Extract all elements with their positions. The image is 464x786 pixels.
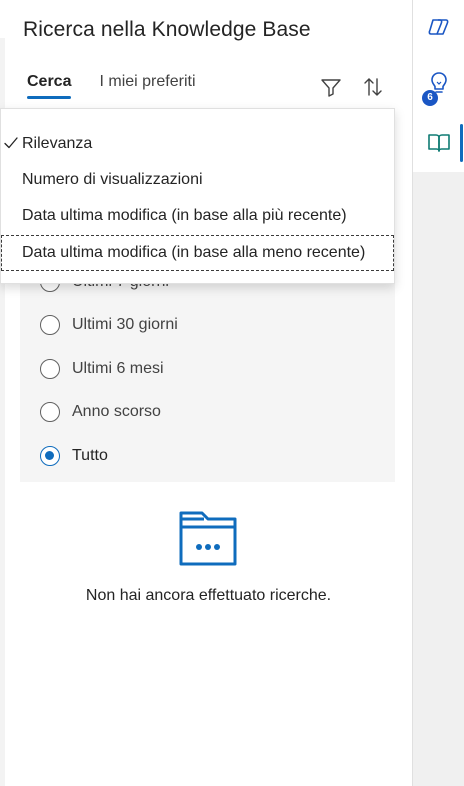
sort-option-label: Data ultima modifica (in base alla più r… [22,207,347,224]
radio-button[interactable] [40,315,60,335]
checkmark-icon [4,137,18,149]
sort-option-views[interactable]: Numero di visualizzazioni [1,162,394,198]
radio-option-all[interactable]: Tutto [40,444,108,468]
filter-icon [321,79,341,97]
filter-button[interactable] [319,75,343,99]
radio-button[interactable] [40,402,60,422]
sort-option-label: Numero di visualizzazioni [22,171,203,188]
sort-dropdown-menu: Rilevanza Numero di visualizzazioni Data… [0,108,395,284]
sort-icon [364,78,382,96]
radio-option-last-6-months[interactable]: Ultimi 6 mesi [40,357,164,381]
radio-button[interactable] [40,359,60,379]
sort-option-label: Rilevanza [22,135,93,152]
rail-copilot-button[interactable] [426,14,452,40]
sort-option-oldest[interactable]: Data ultima modifica (in base alla meno … [1,235,394,271]
radio-label: Anno scorso [72,403,161,420]
copilot-icon [428,19,449,35]
radio-label: Tutto [72,447,108,464]
radio-label: Ultimi 6 mesi [72,360,164,377]
sort-option-relevance[interactable]: Rilevanza [1,126,394,162]
sort-option-label: Data ultima modifica (in base alla meno … [22,244,366,261]
panel-title: Ricerca nella Knowledge Base [23,18,311,41]
folder-icon [179,511,237,566]
radio-option-last-year[interactable]: Anno scorso [40,400,161,424]
tab-favorites[interactable]: I miei preferiti [99,72,195,100]
rail-knowledge-button[interactable] [426,130,452,156]
radio-option-last-30-days[interactable]: Ultimi 30 giorni [40,313,178,337]
right-rail: 6 [413,0,464,786]
tab-search[interactable]: Cerca [27,72,72,100]
sort-option-newest[interactable]: Data ultima modifica (in base alla più r… [1,198,394,234]
radio-button-selected[interactable] [40,446,60,466]
sort-button[interactable] [361,75,385,99]
rail-active-indicator [460,124,463,162]
radio-label: Ultimi 30 giorni [72,316,178,333]
notification-badge: 6 [422,90,438,106]
knowledge-book-icon [428,134,450,152]
empty-state-message: Non hai ancora effettuato ricerche. [85,587,332,604]
panel-tabs: Cerca I miei preferiti [27,72,224,100]
